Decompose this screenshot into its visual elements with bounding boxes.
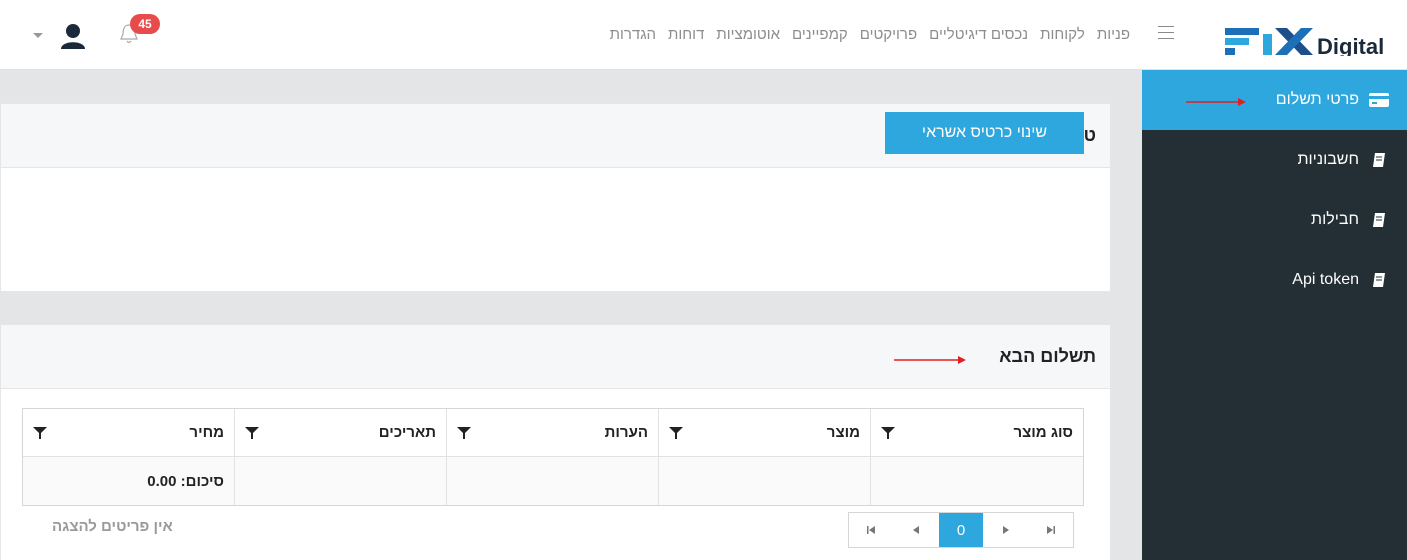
- hamburger-menu-icon[interactable]: [1158, 26, 1174, 40]
- change-credit-card-button[interactable]: שינוי כרטיס אשראי: [885, 112, 1084, 154]
- nav-item-inquiries[interactable]: פניות: [1097, 26, 1130, 46]
- nav-item-digital-assets[interactable]: נכסים דיגיטליים: [929, 26, 1028, 46]
- logo[interactable]: Digital: [1225, 20, 1385, 59]
- previous-page-icon: [913, 526, 920, 534]
- filter-icon[interactable]: [33, 426, 47, 440]
- nav-item-automations[interactable]: אוטומציות: [716, 26, 780, 46]
- previous-page-button[interactable]: [894, 513, 939, 547]
- nav-item-reports[interactable]: דוחות: [668, 26, 704, 46]
- sidebar-item-payment-details[interactable]: פרטי תשלום: [1142, 70, 1407, 130]
- nav-item-campaigns[interactable]: קמפיינים: [792, 26, 848, 46]
- current-page-button[interactable]: 0: [938, 513, 984, 547]
- top-bar: Digital פניות לקוחות נכסים דיגיטליים פרו…: [0, 0, 1407, 70]
- main-nav: פניות לקוחות נכסים דיגיטליים פרויקטים קמ…: [400, 26, 1130, 46]
- summary-total: סיכום: 0.00: [147, 472, 224, 490]
- filter-icon[interactable]: [881, 426, 895, 440]
- book-icon: [1369, 272, 1389, 288]
- book-icon: [1369, 152, 1389, 168]
- filter-icon[interactable]: [457, 426, 471, 440]
- nav-item-projects[interactable]: פרויקטים: [860, 26, 917, 46]
- last-page-button[interactable]: [1028, 513, 1073, 547]
- annotation-arrow: [1186, 98, 1246, 106]
- column-header-dates[interactable]: תאריכים: [234, 409, 446, 456]
- last-page-icon: [1046, 526, 1055, 534]
- next-page-icon: [1002, 526, 1009, 534]
- book-icon: [1369, 212, 1389, 228]
- svg-text:Digital: Digital: [1317, 34, 1384, 56]
- filter-icon[interactable]: [245, 426, 259, 440]
- credit-card-icon: [1369, 92, 1389, 108]
- sidebar-item-label: פרטי תשלום: [1275, 91, 1359, 108]
- first-page-button[interactable]: [849, 513, 894, 547]
- sidebar-item-label: חבילות: [1311, 211, 1359, 228]
- column-header-product-type[interactable]: סוג מוצר: [870, 409, 1083, 456]
- column-header-notes[interactable]: הערות: [446, 409, 658, 456]
- table-header-row: סוג מוצר מוצר הערות תאריכים מחיר: [23, 409, 1083, 457]
- table-summary-row: סיכום: 0.00: [23, 457, 1083, 505]
- column-header-price[interactable]: מחיר: [23, 409, 234, 456]
- notification-badge: 45: [130, 14, 160, 34]
- filter-icon[interactable]: [669, 426, 683, 440]
- user-avatar-icon[interactable]: [60, 22, 86, 50]
- next-payment-table: סוג מוצר מוצר הערות תאריכים מחיר סיכום: …: [22, 408, 1084, 506]
- sidebar-item-label: חשבוניות: [1297, 151, 1359, 168]
- empty-table-message: אין פריטים להצגה: [52, 518, 173, 535]
- chevron-down-icon[interactable]: [33, 33, 43, 38]
- pagination: 0: [848, 512, 1074, 548]
- sidebar-item-label: Api token: [1292, 271, 1359, 288]
- next-page-button[interactable]: [983, 513, 1028, 547]
- nav-item-customers[interactable]: לקוחות: [1040, 26, 1085, 46]
- nav-item-settings[interactable]: הגדרות: [610, 26, 656, 46]
- sidebar-item-api-token[interactable]: Api token: [1142, 250, 1407, 310]
- sidebar-item-packages[interactable]: חבילות: [1142, 190, 1407, 250]
- annotation-arrow: [894, 356, 966, 364]
- sidebar: פרטי תשלום חשבוניות חבילות Api token: [1142, 70, 1407, 560]
- sidebar-item-invoices[interactable]: חשבוניות: [1142, 130, 1407, 190]
- first-page-icon: [867, 526, 876, 534]
- column-header-product[interactable]: מוצר: [658, 409, 870, 456]
